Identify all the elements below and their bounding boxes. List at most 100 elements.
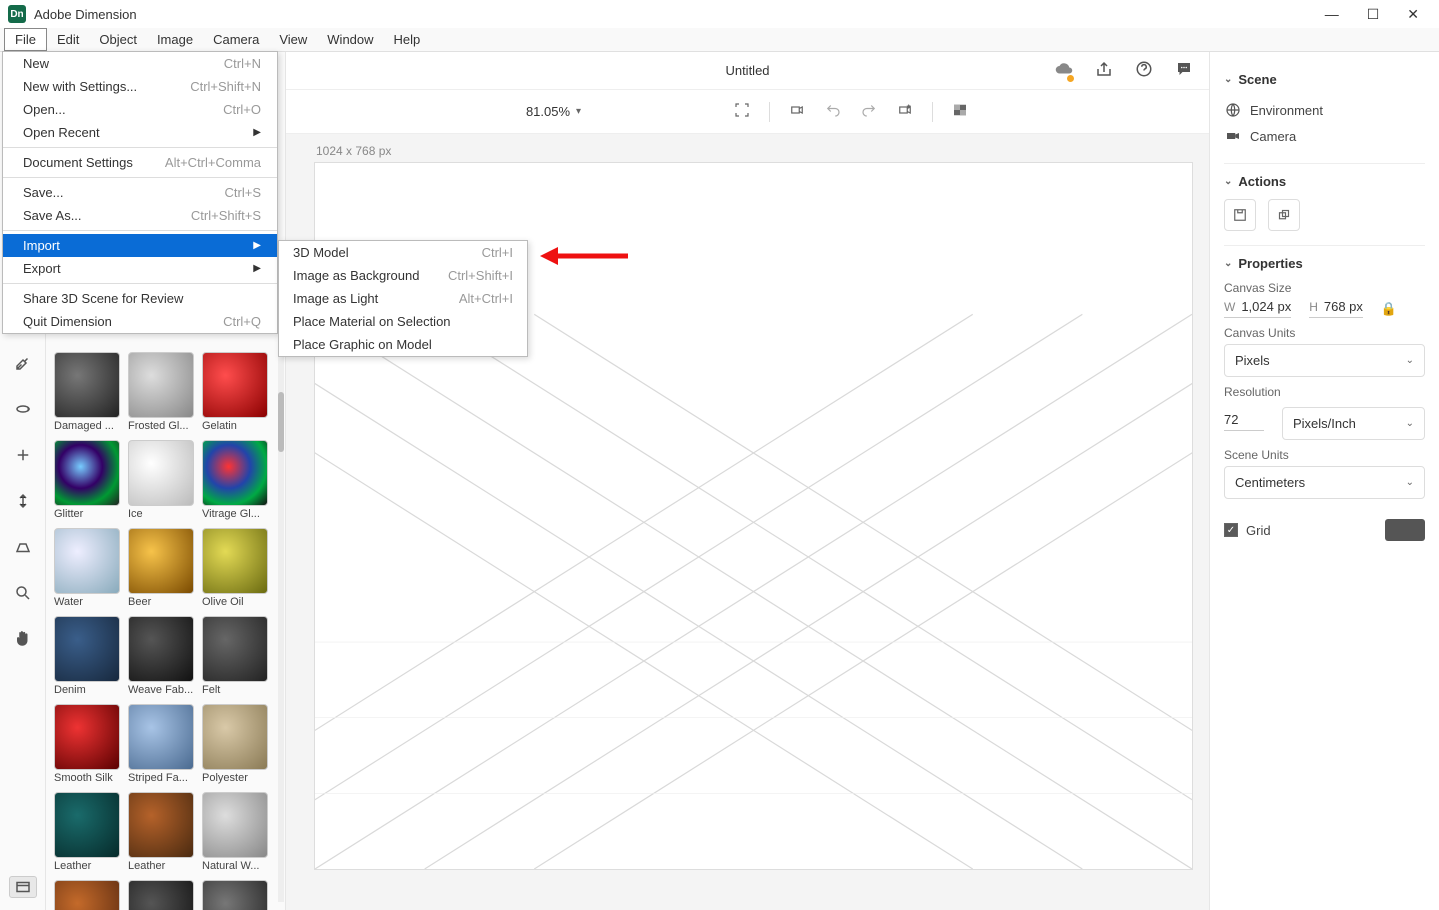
search-tool-icon[interactable] [12,582,34,604]
file-menu-item[interactable]: Share 3D Scene for Review [3,287,277,310]
hand-tool-icon[interactable] [12,628,34,650]
menu-view[interactable]: View [269,29,317,50]
menu-image[interactable]: Image [147,29,203,50]
material-item[interactable]: Polyester [202,704,268,784]
orbit-tool-icon[interactable] [12,398,34,420]
maximize-icon[interactable]: ☐ [1367,6,1380,23]
menu-object[interactable]: Object [89,29,147,50]
file-menu-item[interactable]: Save...Ctrl+S [3,181,277,204]
import-submenu-item[interactable]: 3D ModelCtrl+I [279,241,527,264]
material-item[interactable] [202,880,268,910]
material-item[interactable]: Felt [202,616,268,696]
material-item[interactable] [128,880,194,910]
resolution-input[interactable]: 72 [1224,412,1264,431]
zoom-control[interactable]: 81.05% ▾ [526,104,581,119]
height-prefix: H [1309,300,1318,314]
render-preview-icon[interactable] [951,101,969,122]
action-button-2[interactable] [1268,199,1300,231]
material-item[interactable]: Smooth Silk [54,704,120,784]
canvas-units-select[interactable]: Pixels⌄ [1224,344,1425,377]
grid-color-swatch[interactable] [1385,519,1425,541]
file-menu-item[interactable]: Export▶ [3,257,277,280]
app-title: Adobe Dimension [34,7,137,22]
file-menu-item[interactable]: NewCtrl+N [3,52,277,75]
grid-checkbox[interactable]: ✓Grid [1224,523,1271,538]
material-item[interactable]: Striped Fa... [128,704,194,784]
material-item[interactable]: Ice [128,440,194,520]
height-input[interactable]: H768 px [1309,299,1363,318]
material-item[interactable]: Glitter [54,440,120,520]
width-input[interactable]: W1,024 px [1224,299,1291,318]
menu-window[interactable]: Window [317,29,383,50]
scene-section-header[interactable]: ⌄Scene [1224,72,1425,87]
material-item[interactable]: Gelatin [202,352,268,432]
material-label: Gelatin [202,420,268,432]
material-thumb [54,616,120,682]
minimize-icon[interactable]: — [1325,6,1339,23]
file-menu-item[interactable]: Import▶ [3,234,277,257]
help-icon[interactable] [1135,60,1153,81]
camera-bookmark-icon[interactable] [896,101,914,122]
file-menu-item[interactable]: Open...Ctrl+O [3,98,277,121]
file-menu-item[interactable]: New with Settings...Ctrl+Shift+N [3,75,277,98]
material-item[interactable]: Weave Fab... [128,616,194,696]
properties-section-header[interactable]: ⌄Properties [1224,256,1425,271]
file-menu-item[interactable]: Save As...Ctrl+Shift+S [3,204,277,227]
perspective-tool-icon[interactable] [12,536,34,558]
action-button-1[interactable] [1224,199,1256,231]
width-value: 1,024 px [1241,299,1291,314]
import-submenu: 3D ModelCtrl+IImage as BackgroundCtrl+Sh… [278,240,528,357]
file-menu-item[interactable]: Document SettingsAlt+Ctrl+Comma [3,151,277,174]
menu-file[interactable]: File [4,28,47,51]
import-submenu-item[interactable]: Image as BackgroundCtrl+Shift+I [279,264,527,287]
materials-scrollbar-thumb[interactable] [278,392,284,452]
material-item[interactable]: Frosted Gl... [128,352,194,432]
material-item[interactable]: Natural W... [202,792,268,872]
window-controls: — ☐ ✕ [1325,6,1431,23]
resolution-unit-select[interactable]: Pixels/Inch⌄ [1282,407,1425,440]
app-logo-icon: Dn [8,5,26,23]
camera-redo-icon[interactable] [860,101,878,122]
scene-item-camera[interactable]: Camera [1224,123,1425,149]
material-item[interactable]: Leather [128,792,194,872]
add-tool-icon[interactable] [12,444,34,466]
material-item[interactable]: Leather [54,792,120,872]
actions-section-header[interactable]: ⌄Actions [1224,174,1425,189]
cloud-sync-icon[interactable] [1055,60,1073,81]
frame-all-icon[interactable] [733,101,751,122]
share-icon[interactable] [1095,60,1113,81]
material-thumb [54,880,120,910]
menu-edit[interactable]: Edit [47,29,89,50]
material-item[interactable]: Water [54,528,120,608]
scene-units-select[interactable]: Centimeters⌄ [1224,466,1425,499]
file-menu-item[interactable]: Quit DimensionCtrl+Q [3,310,277,333]
import-submenu-item[interactable]: Image as LightAlt+Ctrl+I [279,287,527,310]
camera-label: Camera [1250,129,1296,144]
material-label: Frosted Gl... [128,420,194,432]
material-item[interactable]: Damaged ... [54,352,120,432]
move-vertical-tool-icon[interactable] [12,490,34,512]
camera-home-icon[interactable] [788,101,806,122]
scene-item-environment[interactable]: Environment [1224,97,1425,123]
material-item[interactable] [54,880,120,910]
menu-help[interactable]: Help [384,29,431,50]
material-item[interactable]: Beer [128,528,194,608]
lock-aspect-icon[interactable]: 🔒 [1381,301,1397,317]
material-item[interactable]: Vitrage Gl... [202,440,268,520]
material-thumb [128,440,194,506]
import-submenu-item[interactable]: Place Graphic on Model [279,333,527,356]
material-thumb [54,792,120,858]
menu-camera[interactable]: Camera [203,29,269,50]
toolbar-separator [932,102,933,122]
feedback-icon[interactable] [1175,60,1193,81]
file-menu-item[interactable]: Open Recent▶ [3,121,277,144]
material-item[interactable]: Olive Oil [202,528,268,608]
import-submenu-item[interactable]: Place Material on Selection [279,310,527,333]
eyedropper-tool-icon[interactable] [12,352,34,374]
chevron-down-icon: ⌄ [1224,74,1232,85]
camera-undo-icon[interactable] [824,101,842,122]
material-item[interactable]: Denim [54,616,120,696]
canvas-dimensions-label: 1024 x 768 px [316,144,391,158]
panel-toggle-icon[interactable] [9,876,37,898]
close-icon[interactable]: ✕ [1407,6,1419,23]
